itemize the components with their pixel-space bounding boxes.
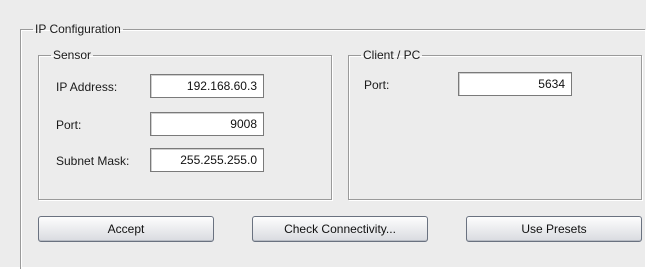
sensor-port-label: Port:: [56, 118, 82, 132]
client-pc-title: Client / PC: [363, 48, 421, 62]
sensor-title: Sensor: [53, 48, 92, 62]
subnet-mask-field[interactable]: 255.255.255.0: [150, 148, 264, 172]
client-port-field[interactable]: 5634: [458, 72, 572, 96]
subnet-mask-label: Subnet Mask:: [56, 154, 130, 168]
ip-configuration-title: IP Configuration: [35, 22, 121, 36]
ip-configuration-panel: IP Configuration Sensor Client / PC IP A…: [0, 0, 646, 269]
check-connectivity-button[interactable]: Check Connectivity...: [252, 216, 428, 242]
accept-button[interactable]: Accept: [38, 216, 214, 242]
client-pc-group: Client / PC: [348, 48, 642, 200]
ip-address-field[interactable]: 192.168.60.3: [150, 74, 264, 98]
client-port-label: Port:: [364, 78, 390, 92]
sensor-port-field[interactable]: 9008: [150, 112, 264, 136]
use-presets-button[interactable]: Use Presets: [466, 216, 642, 242]
ip-address-label: IP Address:: [56, 80, 118, 94]
